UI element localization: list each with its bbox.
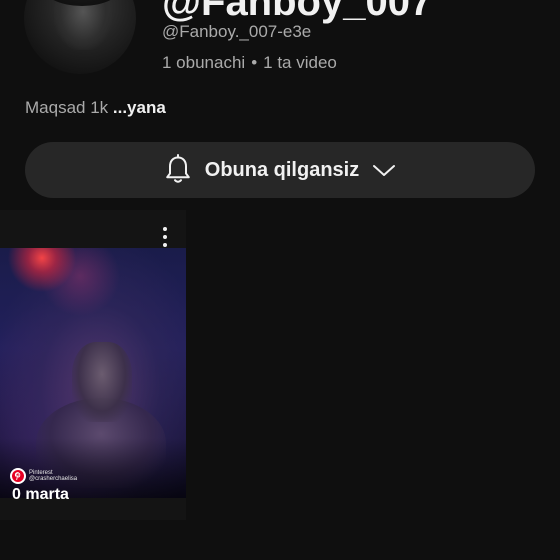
chevron-down-icon: [371, 162, 397, 178]
channel-title: @Fanboy_007: [162, 0, 433, 24]
watermark-user: @crasherchaelisa: [29, 476, 78, 482]
description-more-link[interactable]: ...yana: [113, 98, 166, 117]
stats-separator: •: [251, 53, 258, 72]
channel-stats: 1 obunachi • 1 ta video: [162, 53, 337, 73]
subscribed-button-label: Obuna qilgansiz: [204, 158, 360, 181]
video-count: 1 ta video: [263, 53, 337, 72]
channel-description[interactable]: Maqsad 1k ...yana: [25, 98, 166, 118]
channel-handle: @Fanboy._007-e3e: [162, 22, 312, 41]
video-view-count: 0 marta: [12, 486, 69, 503]
channel-avatar[interactable]: [24, 0, 136, 74]
subscriber-count: 1 obunachi: [162, 53, 246, 72]
subscribed-button[interactable]: Obuna qilgansiz: [25, 142, 535, 198]
video-card[interactable]: Pinterest @crasherchaelisa 0 marta: [0, 210, 186, 520]
more-vert-icon[interactable]: [156, 224, 174, 250]
thumbnail-figure-head: [72, 342, 132, 422]
thumbnail-watermark: Pinterest @crasherchaelisa: [10, 468, 77, 484]
bell-icon: [163, 154, 193, 186]
description-text: Maqsad 1k: [25, 98, 113, 117]
video-thumbnail[interactable]: [0, 248, 186, 498]
pinterest-logo-icon: [10, 468, 26, 484]
